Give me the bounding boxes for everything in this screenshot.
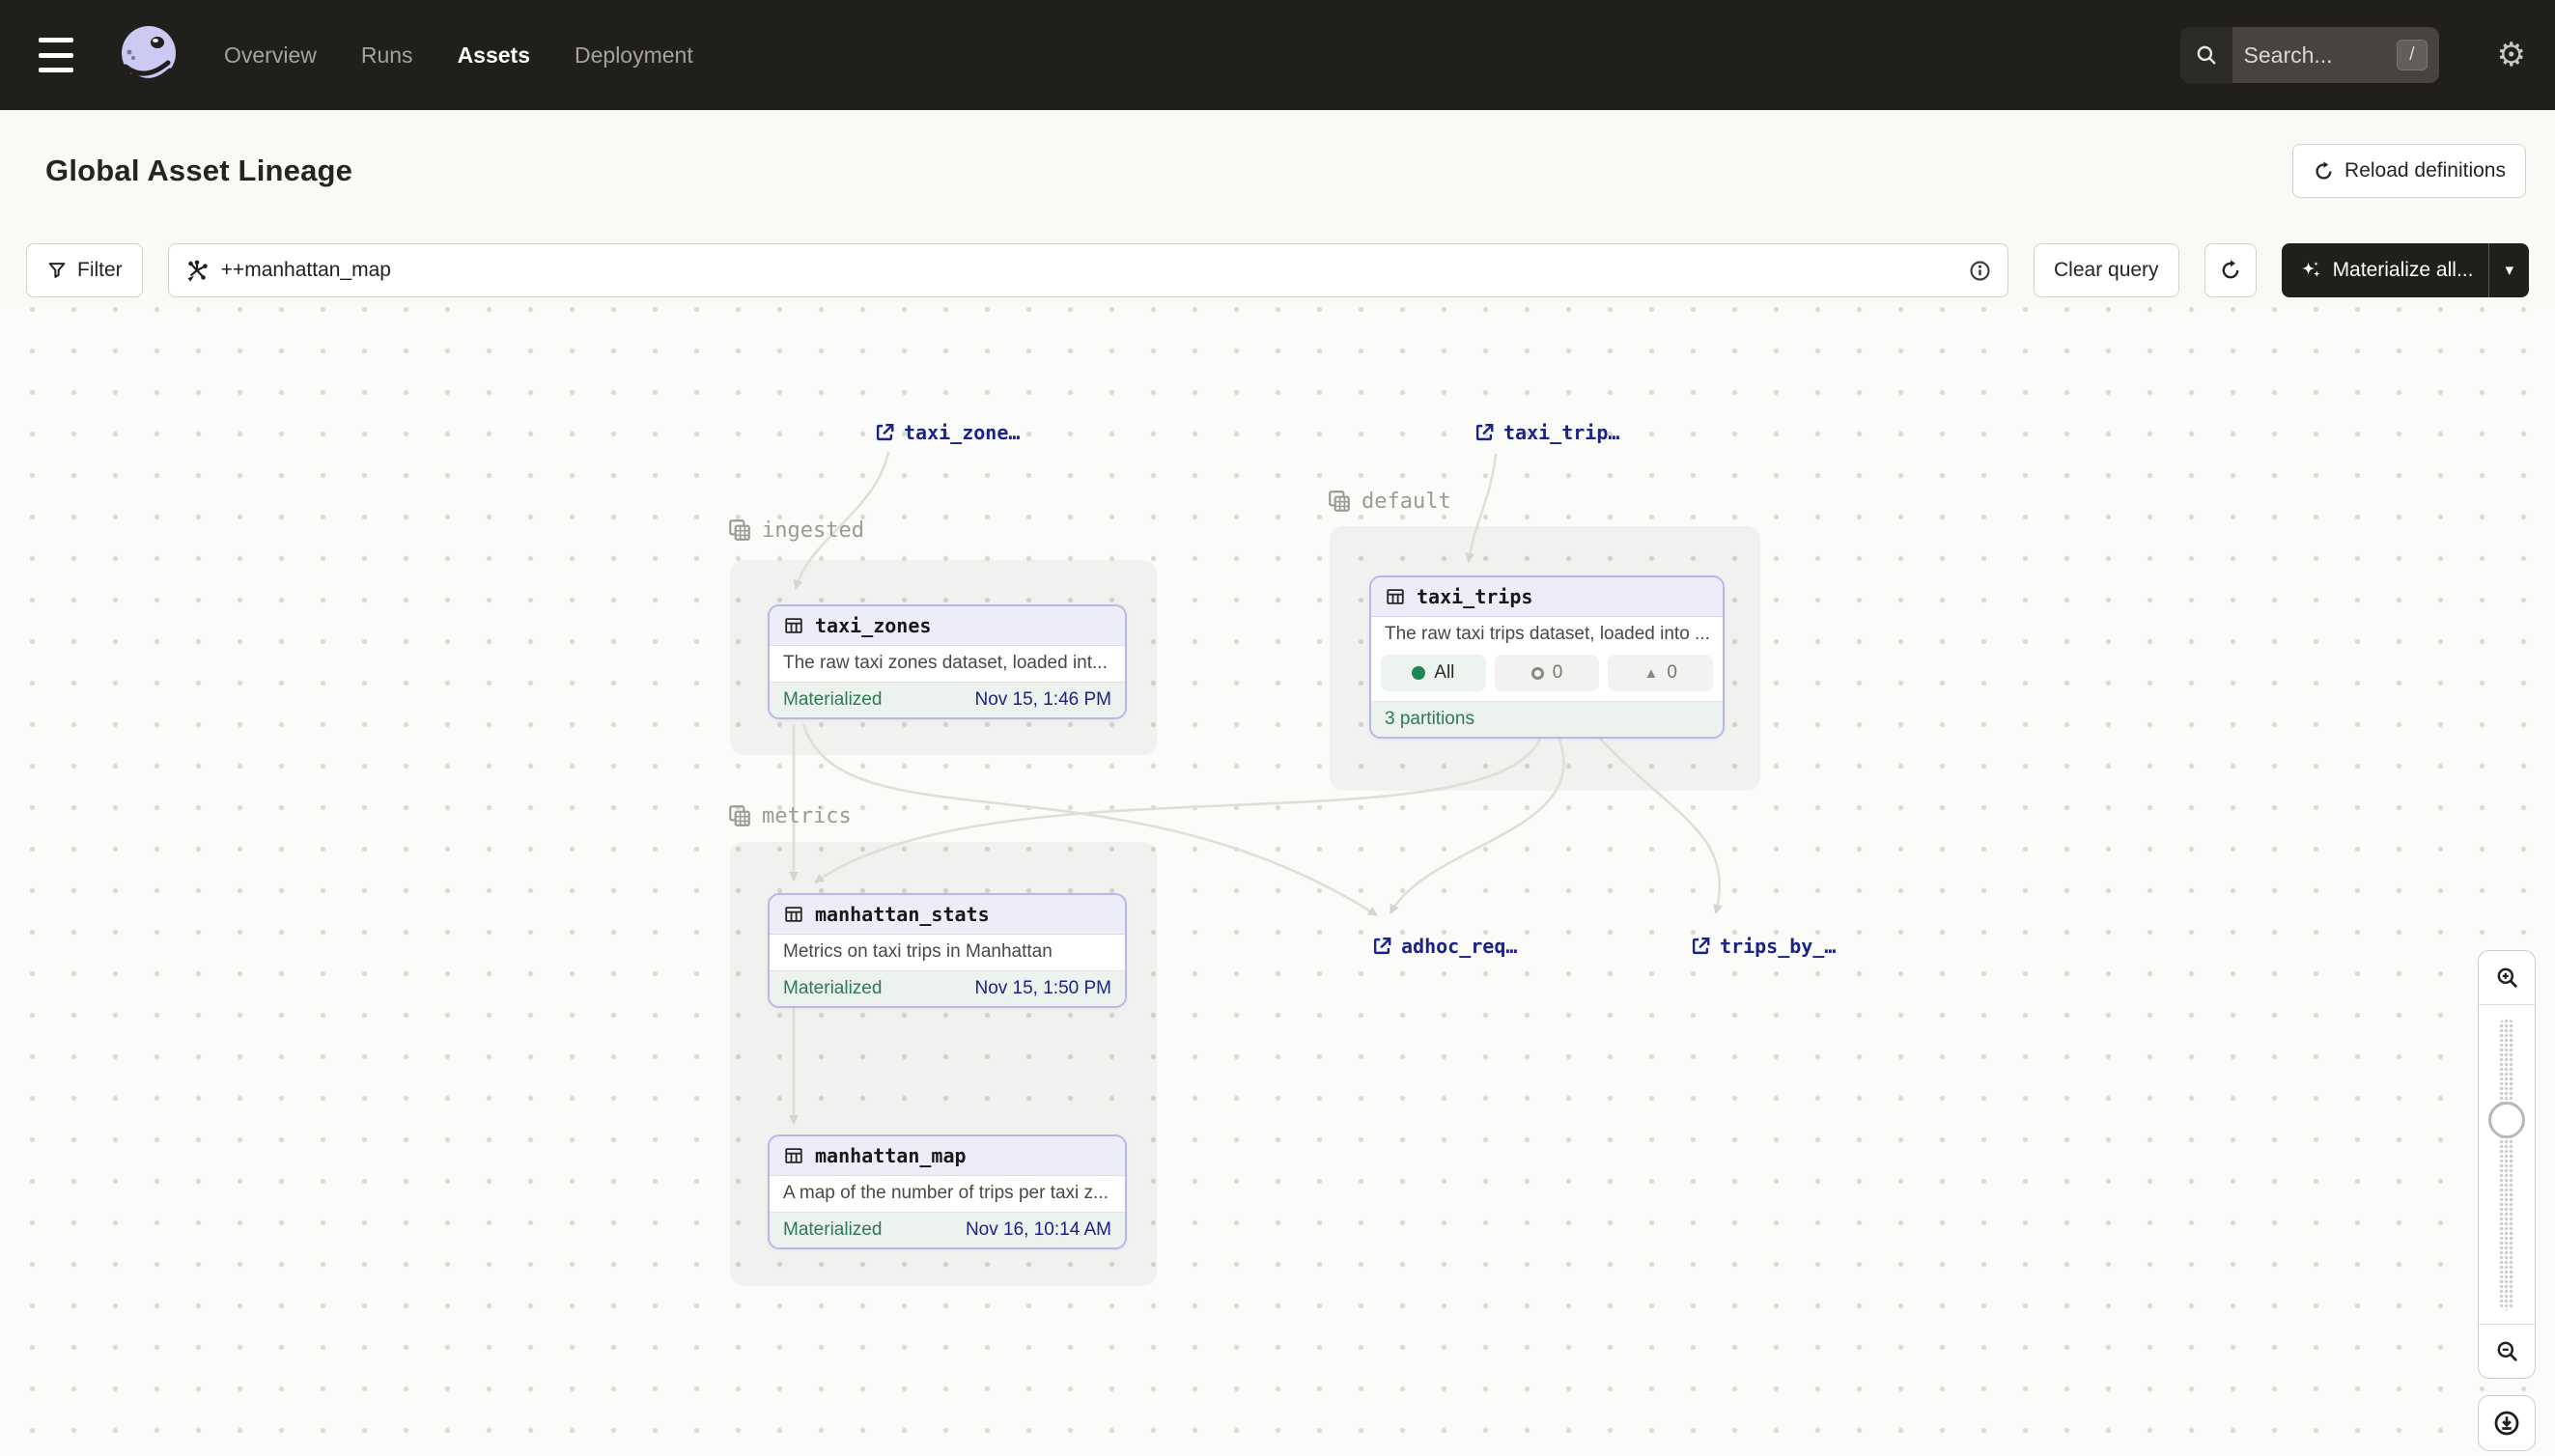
external-asset-adhoc-req[interactable]: adhoc_req… xyxy=(1371,935,1517,958)
external-link-icon xyxy=(874,422,895,443)
settings-gear-icon[interactable]: ⚙ xyxy=(2497,39,2526,71)
zoom-slider-track[interactable] xyxy=(2499,1019,2514,1310)
asset-query-field[interactable] xyxy=(221,259,1956,282)
page-title: Global Asset Lineage xyxy=(45,154,352,188)
partition-badges: All 0 ▲ 0 xyxy=(1371,653,1723,701)
external-asset-trips-by[interactable]: trips_by_… xyxy=(1690,935,1836,958)
asset-status-footer: 3 partitions xyxy=(1371,701,1723,737)
zoom-out-icon xyxy=(2494,1338,2520,1364)
op-selector-icon xyxy=(184,258,210,283)
external-link-icon xyxy=(1474,422,1495,443)
partitions-failed-badge[interactable]: 0 xyxy=(1495,655,1600,691)
group-label-default[interactable]: default xyxy=(1327,489,1451,514)
search-shortcut-badge: / xyxy=(2397,40,2427,70)
zoom-in-button[interactable] xyxy=(2479,951,2535,1004)
materialization-timestamp[interactable]: Nov 15, 1:50 PM xyxy=(974,978,1111,999)
filled-circle-icon xyxy=(1412,666,1425,680)
partitions-count[interactable]: 3 partitions xyxy=(1385,709,1474,730)
sparkle-icon xyxy=(2299,259,2323,283)
table-icon xyxy=(1385,586,1406,607)
materialize-all-button[interactable]: Materialize all... ▾ xyxy=(2282,243,2529,297)
refresh-icon xyxy=(2313,160,2335,182)
asset-group-icon xyxy=(727,803,752,828)
zoom-out-button[interactable] xyxy=(2479,1325,2535,1378)
asset-description: The raw taxi trips dataset, loaded into … xyxy=(1371,617,1723,653)
lineage-toolbar: Filter Clear query Materialize all... ▾ xyxy=(0,243,2555,297)
nav-item-overview[interactable]: Overview xyxy=(224,42,317,69)
partitions-all-badge[interactable]: All xyxy=(1381,655,1486,691)
refresh-icon xyxy=(2219,259,2242,282)
query-info-icon[interactable] xyxy=(1968,259,1992,283)
refresh-graph-button[interactable] xyxy=(2204,243,2257,297)
clear-query-button[interactable]: Clear query xyxy=(2034,243,2179,297)
asset-description: Metrics on taxi trips in Manhattan xyxy=(770,935,1125,970)
nav-item-deployment[interactable]: Deployment xyxy=(575,42,693,69)
search-icon xyxy=(2180,27,2232,83)
table-icon xyxy=(783,1145,804,1166)
asset-description: A map of the number of trips per taxi z.… xyxy=(770,1176,1125,1212)
filter-button[interactable]: Filter xyxy=(26,243,143,297)
asset-node-header: manhattan_stats xyxy=(770,895,1125,935)
zoom-controls xyxy=(2478,950,2536,1379)
asset-node-taxi-zones[interactable]: taxi_zones The raw taxi zones dataset, l… xyxy=(768,604,1127,719)
download-icon xyxy=(2492,1409,2521,1438)
triangle-icon: ▲ xyxy=(1643,666,1658,681)
asset-node-manhattan-map[interactable]: manhattan_map A map of the number of tri… xyxy=(768,1134,1127,1249)
reload-definitions-button[interactable]: Reload definitions xyxy=(2292,144,2526,198)
asset-status-footer: Materialized Nov 16, 10:14 AM xyxy=(770,1212,1125,1247)
zoom-in-icon xyxy=(2494,965,2520,991)
nav-item-assets[interactable]: Assets xyxy=(458,42,530,69)
asset-node-header: manhattan_map xyxy=(770,1136,1125,1176)
materialize-dropdown-caret[interactable]: ▾ xyxy=(2489,261,2529,280)
asset-node-taxi-trips[interactable]: taxi_trips The raw taxi trips dataset, l… xyxy=(1369,575,1725,739)
zoom-slider[interactable] xyxy=(2479,1004,2535,1325)
nav-item-runs[interactable]: Runs xyxy=(361,42,413,69)
external-asset-taxi-zone[interactable]: taxi_zone… xyxy=(874,421,1020,444)
group-label-ingested[interactable]: ingested xyxy=(727,518,864,543)
status-badge: Materialized xyxy=(783,1219,882,1241)
external-link-icon xyxy=(1371,936,1392,957)
materialization-timestamp[interactable]: Nov 16, 10:14 AM xyxy=(966,1219,1111,1241)
status-badge: Materialized xyxy=(783,689,882,711)
status-badge: Materialized xyxy=(783,978,882,999)
asset-group-icon xyxy=(727,518,752,543)
main-nav: Overview Runs Assets Deployment xyxy=(224,42,693,69)
asset-selection-input[interactable] xyxy=(168,243,2008,297)
asset-status-footer: Materialized Nov 15, 1:50 PM xyxy=(770,970,1125,1006)
dagster-logo[interactable] xyxy=(116,22,182,88)
dagster-octopus-icon xyxy=(116,22,182,88)
materialization-timestamp[interactable]: Nov 15, 1:46 PM xyxy=(974,689,1111,711)
group-label-metrics[interactable]: metrics xyxy=(727,803,852,828)
external-asset-taxi-trip[interactable]: taxi_trip… xyxy=(1474,421,1619,444)
external-link-icon xyxy=(1690,936,1711,957)
asset-node-manhattan-stats[interactable]: manhattan_stats Metrics on taxi trips in… xyxy=(768,893,1127,1008)
hamburger-menu-icon[interactable] xyxy=(29,36,83,74)
table-icon xyxy=(783,615,804,636)
lineage-canvas[interactable]: ingested default metrics taxi_zone… taxi… xyxy=(0,307,2555,1456)
filter-funnel-icon xyxy=(46,260,68,281)
asset-node-header: taxi_zones xyxy=(770,606,1125,646)
download-image-button[interactable] xyxy=(2478,1395,2536,1451)
search-input[interactable] xyxy=(2232,42,2398,69)
asset-status-footer: Materialized Nov 15, 1:46 PM xyxy=(770,682,1125,717)
page-header: Global Asset Lineage Reload definitions xyxy=(0,110,2555,232)
asset-group-icon xyxy=(1327,489,1352,514)
search-box[interactable]: / xyxy=(2180,27,2439,83)
zoom-slider-handle[interactable] xyxy=(2488,1102,2525,1138)
top-navbar: Overview Runs Assets Deployment / ⚙ xyxy=(0,0,2555,110)
hollow-circle-icon xyxy=(1531,667,1544,680)
partitions-inprogress-badge[interactable]: ▲ 0 xyxy=(1608,655,1713,691)
asset-node-header: taxi_trips xyxy=(1371,577,1723,617)
lineage-edges xyxy=(0,307,2555,1456)
asset-description: The raw taxi zones dataset, loaded int..… xyxy=(770,646,1125,682)
table-icon xyxy=(783,904,804,925)
